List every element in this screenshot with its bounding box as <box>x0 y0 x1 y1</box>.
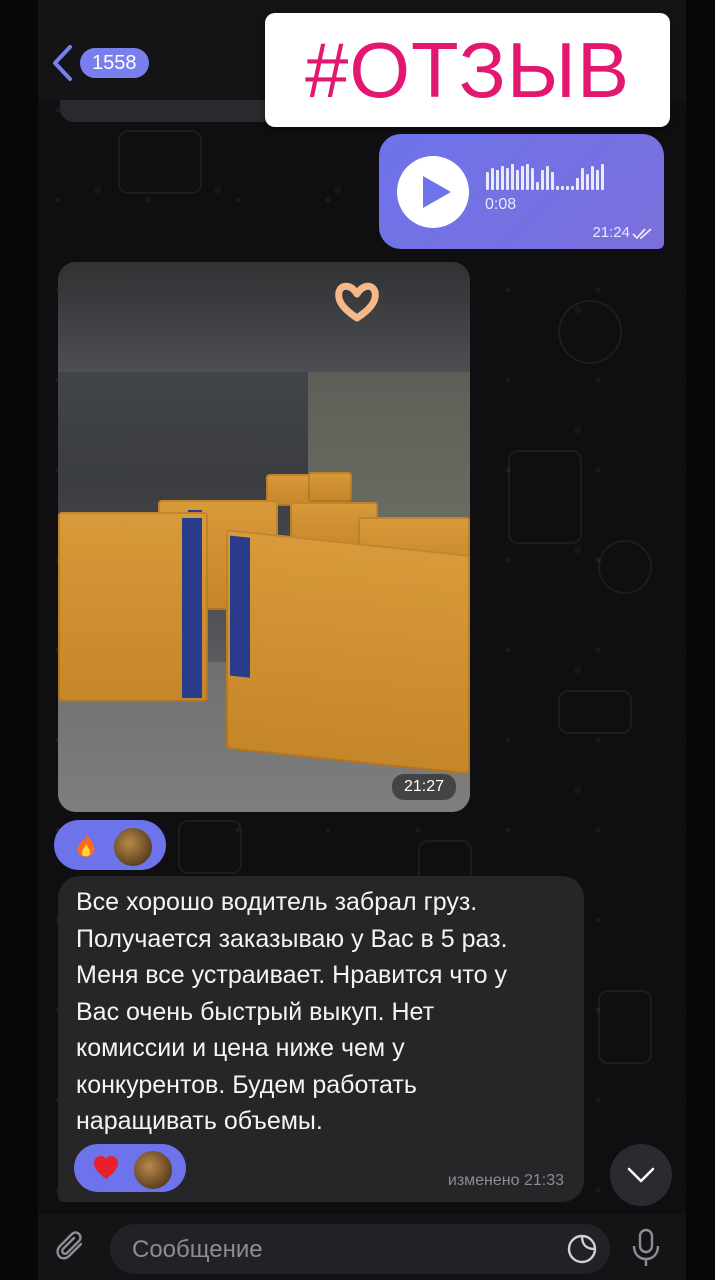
message-reactions[interactable] <box>74 1144 186 1192</box>
incoming-text-message[interactable]: Все хорошо водитель забрал груз. Получае… <box>58 876 584 1202</box>
chevron-left-icon <box>53 45 72 81</box>
photo-reactions[interactable] <box>54 820 166 870</box>
previous-message-bubble[interactable] <box>60 100 280 122</box>
red-heart-icon[interactable] <box>92 1154 120 1182</box>
avatar[interactable] <box>112 826 154 868</box>
review-sticker: #ОТЗЫВ <box>265 13 670 127</box>
scroll-to-bottom-button[interactable] <box>610 1144 672 1206</box>
back-button[interactable]: 1558 <box>50 44 149 82</box>
voice-duration: 0:08 <box>485 196 517 213</box>
voice-waveform[interactable] <box>486 164 604 190</box>
paperclip-icon[interactable] <box>54 1230 90 1266</box>
microphone-icon[interactable] <box>630 1228 662 1268</box>
voice-message[interactable]: 0:08 21:24 <box>379 134 664 249</box>
double-check-icon <box>632 228 652 240</box>
left-edge <box>0 0 38 1280</box>
avatar[interactable] <box>132 1149 174 1191</box>
message-text: Все хорошо водитель забрал груз. Получае… <box>76 888 508 1135</box>
play-icon <box>423 176 451 208</box>
message-time: 21:24 <box>592 224 630 241</box>
review-sticker-text: #ОТЗЫВ <box>304 26 630 114</box>
right-edge <box>686 0 715 1280</box>
play-button[interactable] <box>397 156 469 228</box>
sticker-icon[interactable] <box>566 1233 598 1265</box>
message-time: изменено 21:33 <box>447 1172 564 1189</box>
photo-time: 21:27 <box>391 774 456 800</box>
unread-count-badge: 1558 <box>80 48 149 78</box>
heart-hands-icon <box>335 282 379 322</box>
message-composer <box>38 1214 686 1280</box>
message-field-container <box>110 1224 610 1276</box>
photo-message[interactable]: 21:27 <box>58 262 470 812</box>
chevron-down-icon <box>627 1167 655 1183</box>
fire-icon[interactable] <box>72 832 100 860</box>
message-input[interactable] <box>130 1224 534 1276</box>
